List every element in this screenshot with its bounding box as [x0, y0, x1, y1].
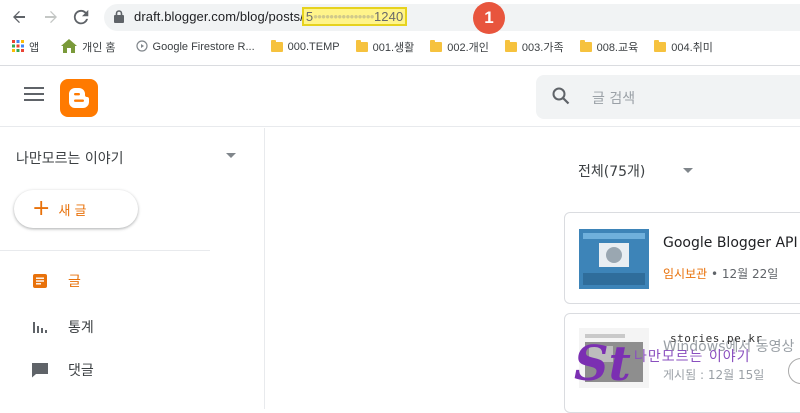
- post-card[interactable]: Google Blogger API 임시보관 • 12월 22일: [564, 212, 800, 304]
- bookmark-label: 000.TEMP: [287, 41, 340, 53]
- new-post-label: 새 글: [58, 203, 87, 219]
- bookmark-folder[interactable]: 008.교육: [579, 39, 639, 55]
- bookmark-folder[interactable]: 000.TEMP: [270, 40, 340, 53]
- blogger-logo[interactable]: [60, 79, 98, 117]
- bookmark-folder[interactable]: 002.개인: [430, 39, 489, 55]
- app-header: 글 검색: [0, 67, 800, 127]
- bookmark-folder[interactable]: 004.취미: [654, 39, 713, 55]
- bookmark-label: 008.교육: [596, 42, 639, 54]
- stats-icon: [30, 317, 50, 337]
- blogger-b-icon: [69, 88, 89, 108]
- watermark-site: stories.pe.kr: [670, 332, 763, 345]
- address-bar[interactable]: draft.blogger.com/blog/posts/5••••••••••…: [104, 4, 800, 31]
- url-highlighted-id: 5•••••••••••••••1240: [301, 7, 408, 26]
- bookmarks-bar: 앱 개인 홈 Google Firestore R... 000.TEMP 00…: [0, 36, 800, 58]
- watermark-name: 나만모르는 이야기: [634, 349, 751, 365]
- folder-icon: [579, 40, 592, 52]
- bookmark-label: 앱: [29, 42, 40, 54]
- post-title[interactable]: Google Blogger API: [663, 235, 798, 251]
- post-date: 12월 22일: [721, 267, 779, 281]
- browser-chrome: draft.blogger.com/blog/posts/5••••••••••…: [0, 0, 800, 66]
- bookmark-folder[interactable]: 003.가족: [504, 39, 564, 55]
- bookmark-label: 001.생활: [372, 42, 415, 54]
- post-status: 임시보관: [663, 267, 708, 281]
- arrow-right-icon: [45, 11, 57, 23]
- bookmark-label: 003.가족: [521, 42, 564, 54]
- sidebar: 나만모르는 이야기 + 새 글 글 통계 댓글: [0, 128, 265, 409]
- chevron-down-icon[interactable]: [226, 153, 236, 158]
- watermark: St stories.pe.kr 나만모르는 이야기: [570, 318, 800, 409]
- url-prefix: draft.blogger.com/blog/posts/: [134, 9, 304, 24]
- url-text: draft.blogger.com/blog/posts/5••••••••••…: [134, 7, 408, 26]
- chevron-down-icon[interactable]: [683, 168, 693, 173]
- folder-icon: [504, 40, 517, 52]
- google-icon: [135, 39, 148, 55]
- sidebar-item-label: 댓글: [68, 363, 94, 379]
- meta-separator: •: [711, 267, 719, 281]
- search-placeholder: 글 검색: [592, 91, 636, 107]
- folder-icon: [355, 40, 368, 52]
- lock-icon: [114, 10, 124, 23]
- posts-icon: [30, 271, 50, 291]
- back-button[interactable]: [8, 6, 30, 28]
- bookmark-label: Google Firestore R...: [152, 41, 255, 53]
- svg-text:St: St: [574, 336, 631, 392]
- round-button[interactable]: [788, 358, 800, 384]
- folder-icon: [270, 40, 283, 52]
- url-id-end: 1240: [373, 9, 404, 24]
- bookmark-apps[interactable]: 앱: [12, 39, 39, 55]
- reload-icon: [73, 9, 89, 25]
- step-badge: 1: [473, 2, 505, 34]
- home-icon: [61, 38, 78, 56]
- bookmark-home[interactable]: 개인 홈: [61, 38, 116, 56]
- menu-icon[interactable]: [24, 87, 44, 103]
- search-box[interactable]: 글 검색: [536, 75, 800, 119]
- search-icon: [552, 87, 570, 105]
- post-thumbnail: [579, 229, 649, 289]
- bookmark-label: 004.취미: [671, 42, 713, 54]
- sidebar-item-posts[interactable]: 글: [30, 270, 81, 292]
- plus-icon: +: [32, 196, 51, 221]
- sidebar-item-label: 글: [68, 274, 81, 290]
- bookmark-label: 개인 홈: [82, 42, 116, 54]
- comments-icon: [30, 360, 50, 380]
- apps-grid-icon: [12, 39, 24, 55]
- bookmark-google-firestore[interactable]: Google Firestore R...: [135, 39, 255, 55]
- sidebar-item-stats[interactable]: 통계: [30, 316, 94, 338]
- bookmark-folder[interactable]: 001.생활: [355, 39, 415, 55]
- sidebar-item-comments[interactable]: 댓글: [30, 359, 94, 381]
- post-meta: 임시보관 • 12월 22일: [663, 265, 778, 282]
- url-id-masked: •••••••••••••••: [313, 9, 374, 24]
- arrow-left-icon: [13, 11, 25, 23]
- forward-button[interactable]: [40, 6, 62, 28]
- folder-icon: [430, 40, 443, 52]
- watermark-logo: St: [574, 336, 631, 392]
- reload-button[interactable]: [70, 6, 92, 28]
- blog-selector[interactable]: 나만모르는 이야기: [16, 148, 124, 168]
- sidebar-item-label: 통계: [68, 320, 94, 336]
- bookmark-label: 002.개인: [447, 42, 489, 54]
- sidebar-divider: [0, 250, 210, 251]
- post-filter-dropdown[interactable]: 전체(75개): [578, 161, 645, 181]
- folder-icon: [654, 40, 667, 52]
- new-post-button[interactable]: + 새 글: [14, 190, 138, 228]
